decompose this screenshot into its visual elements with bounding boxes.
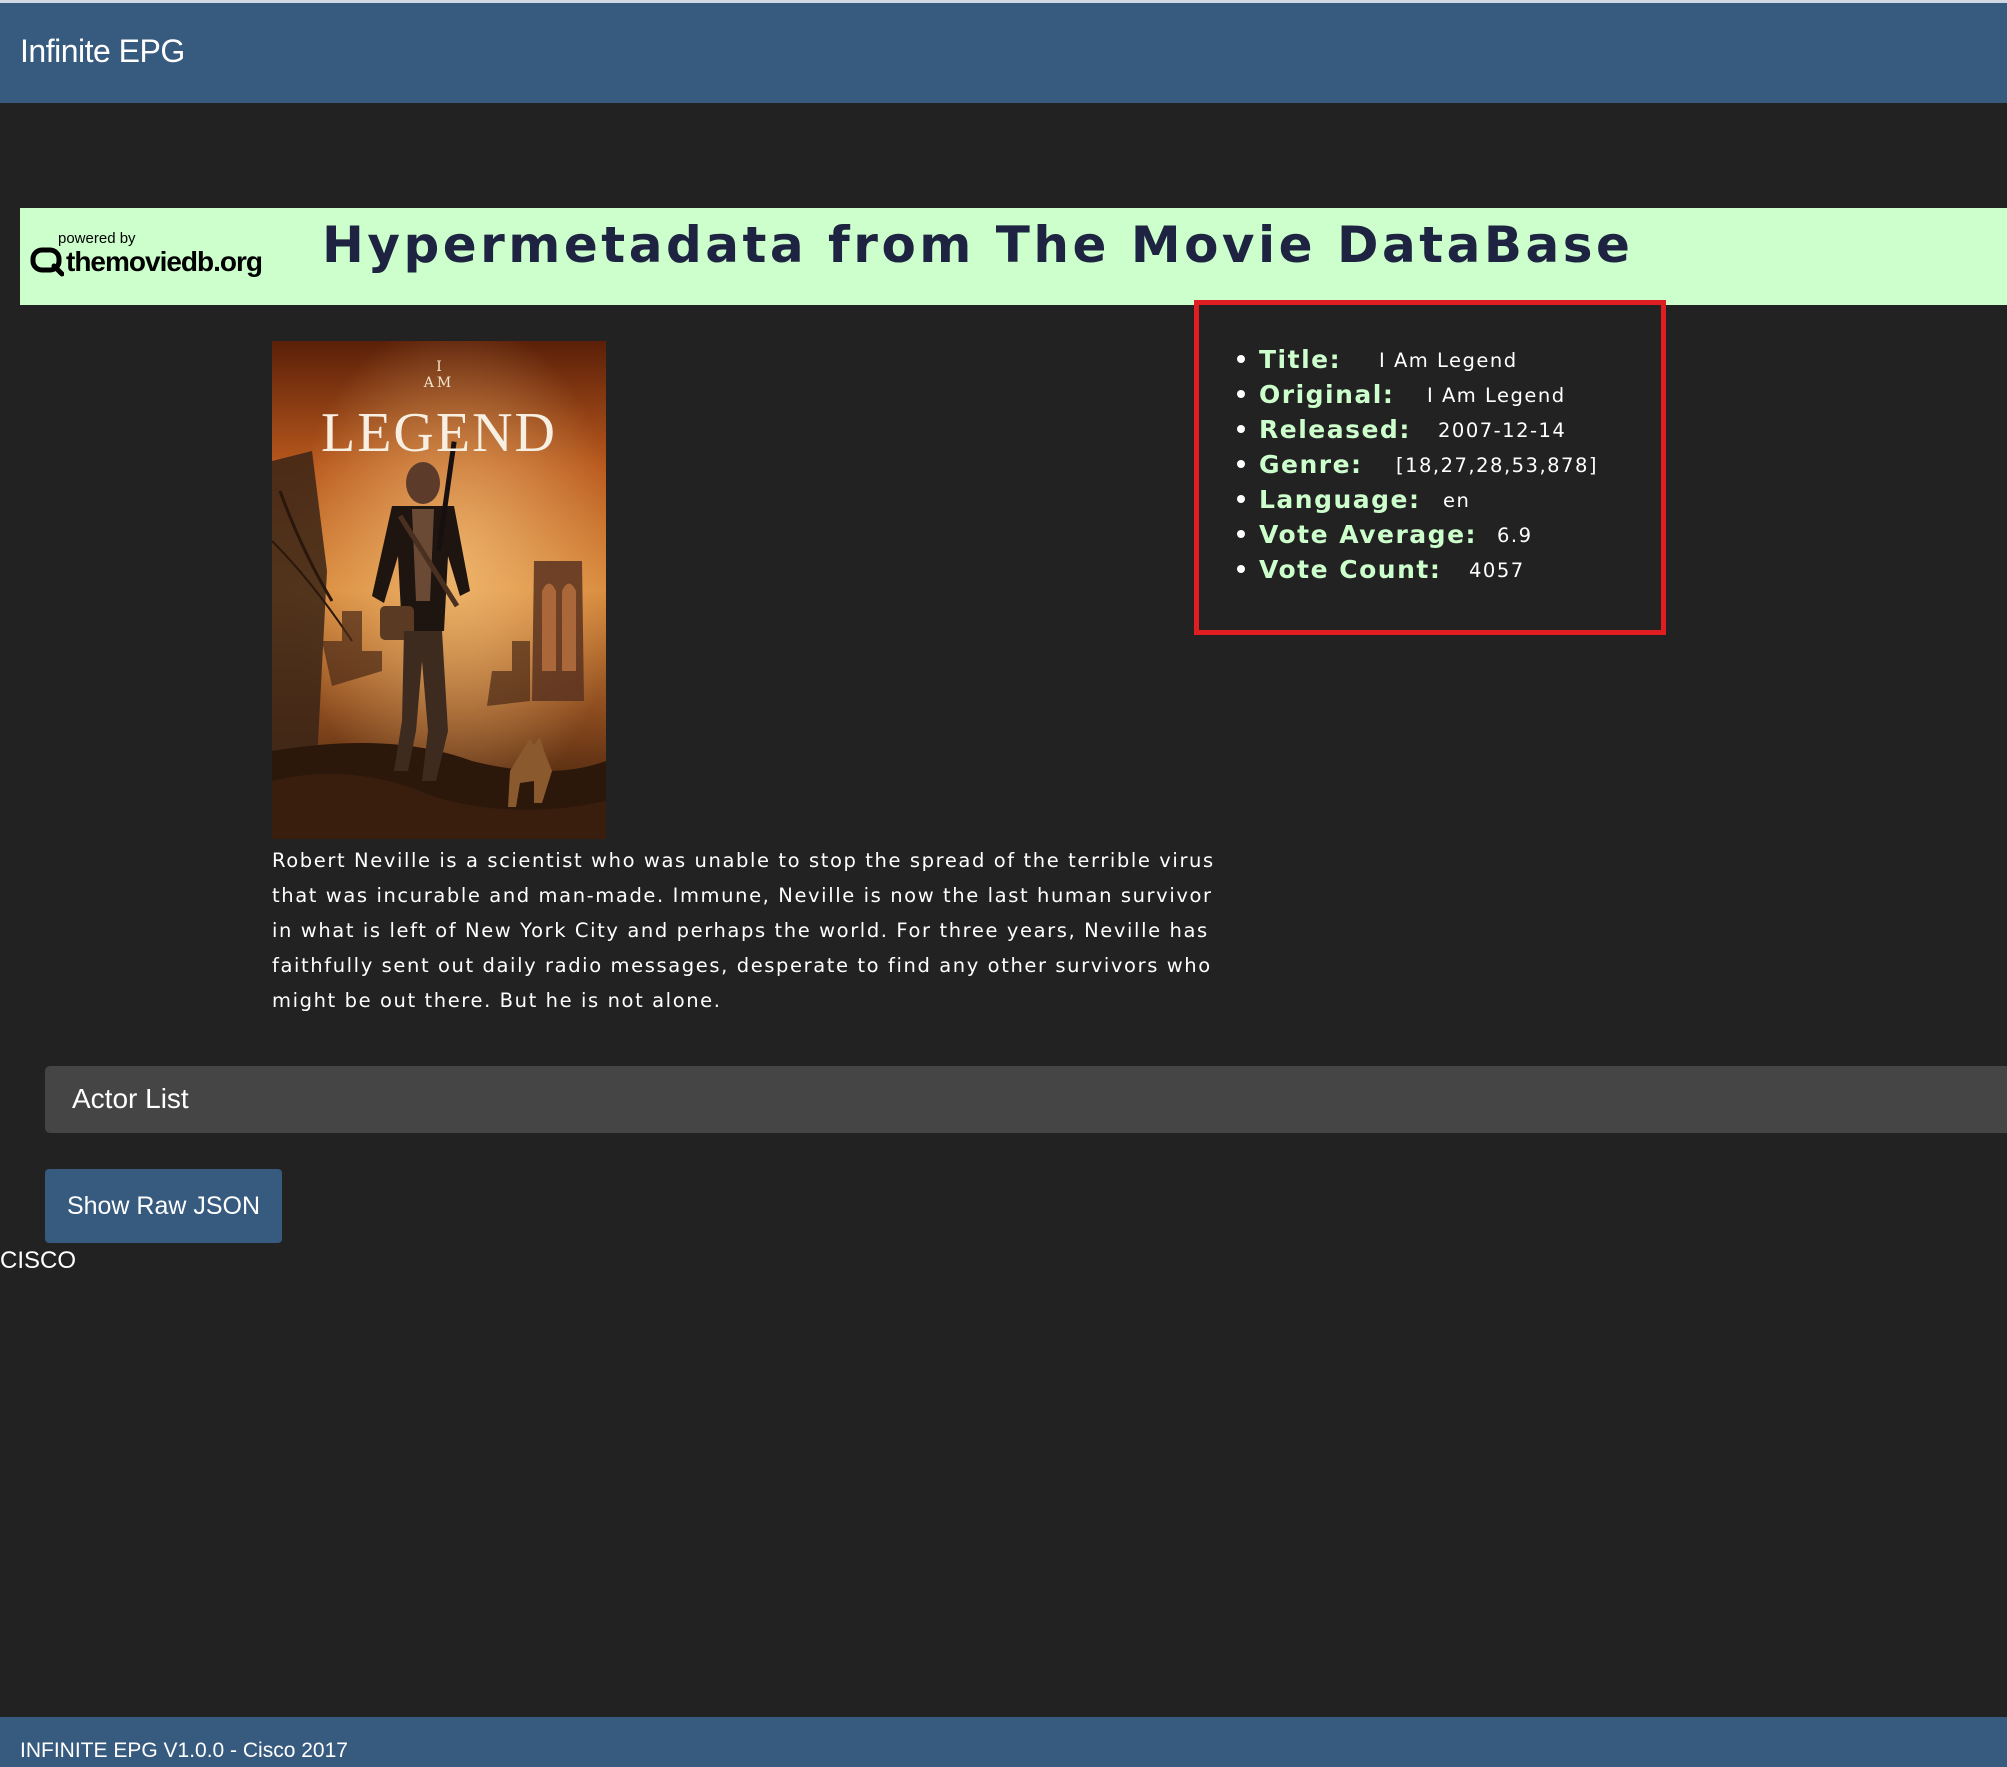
movie-poster: I AM LEGEND [272,341,606,839]
detail-key: Language: [1259,485,1421,514]
detail-key: Title: [1259,345,1342,374]
bullet-icon [1237,530,1245,538]
footer-text: INFINITE EPG V1.0.0 - Cisco 2017 [20,1739,348,1762]
detail-value: [18,27,28,53,878] [1396,454,1598,477]
tmdb-logo: powered by themoviedb.org [30,230,263,290]
bullet-icon [1237,425,1245,433]
bullet-icon [1237,495,1245,503]
detail-value: 2007-12-14 [1438,419,1567,442]
svg-text:AM: AM [423,375,454,391]
footer: INFINITE EPG V1.0.0 - Cisco 2017 [0,1717,2007,1767]
detail-value: en [1443,489,1471,512]
svg-text:LEGEND: LEGEND [321,402,557,464]
movie-overview: Robert Neville is a scientist who was un… [272,849,1215,1012]
bullet-icon [1237,390,1245,398]
svg-text:I: I [436,359,442,375]
detail-value: 6.9 [1497,524,1533,547]
show-raw-json-button[interactable]: Show Raw JSON [45,1169,282,1243]
detail-value: I Am Legend [1427,384,1566,407]
movie-details-box: Title: I Am Legend Original: I Am Legend… [1194,300,1666,635]
detail-key: Original: [1259,380,1395,409]
bullet-icon [1237,460,1245,468]
brand-link[interactable]: Infinite EPG [20,33,185,70]
detail-key: Genre: [1259,450,1363,479]
tmdb-logo-icon [30,247,64,277]
detail-value: I Am Legend [1379,349,1518,372]
detail-key: Vote Count: [1259,555,1442,584]
company-label: CISCO [0,1247,77,1274]
tmdb-logo-powered-by: powered by [58,230,136,247]
bullet-icon [1237,565,1245,573]
tmdb-logo-name: themoviedb.org [66,246,263,277]
actor-list-title[interactable]: Actor List [72,1083,189,1115]
detail-value: 4057 [1469,559,1525,582]
page-title: Hypermetadata from The Movie DataBase [322,216,1634,274]
navbar: Infinite EPG [0,3,2007,103]
detail-key: Released: [1259,415,1411,444]
tmdb-banner: powered by themoviedb.org Hypermetadata … [20,208,2007,305]
bullet-icon [1237,355,1245,363]
detail-key: Vote Average: [1259,520,1478,549]
actor-list-panel[interactable]: Actor List [45,1066,2007,1133]
